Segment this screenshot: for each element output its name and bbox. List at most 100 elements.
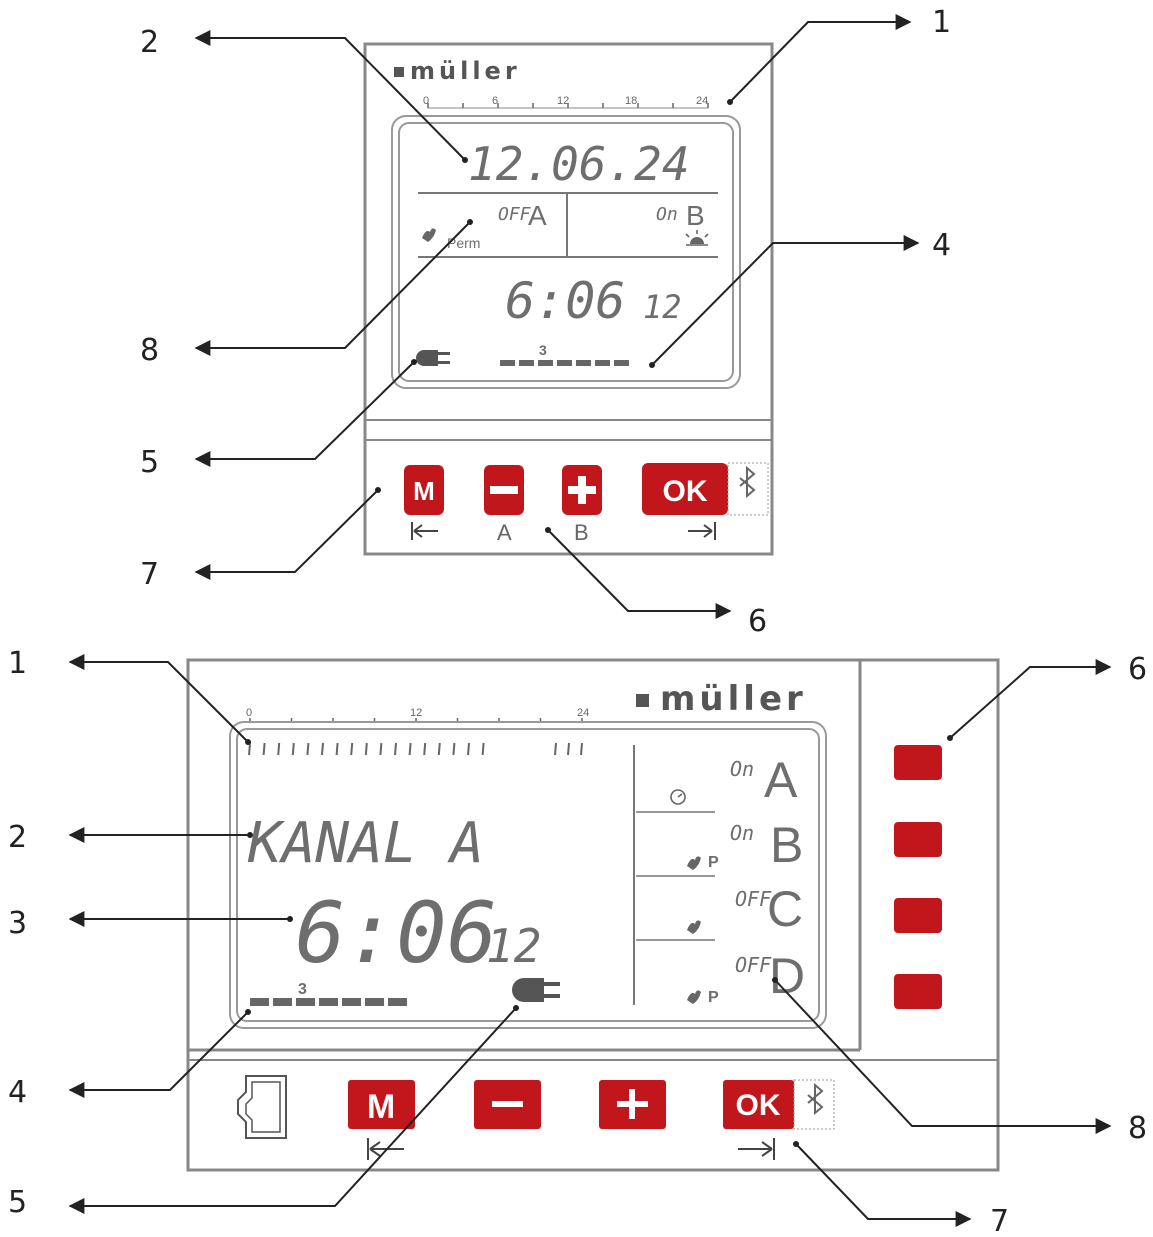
program-bar bbox=[423, 742, 427, 756]
callout-number: 2 bbox=[140, 25, 159, 60]
callout-number: 8 bbox=[140, 333, 159, 368]
scale-label: 18 bbox=[625, 95, 637, 107]
callout-number: 6 bbox=[1128, 652, 1147, 687]
date-display: 12.06.24 bbox=[468, 137, 690, 191]
ok-button[interactable]: OK bbox=[642, 463, 728, 515]
weekday-segment bbox=[500, 360, 515, 366]
minus-button[interactable] bbox=[484, 465, 524, 515]
program-bar bbox=[437, 742, 441, 756]
scale-label: 6 bbox=[492, 95, 498, 107]
weekday-bar bbox=[500, 360, 629, 366]
channel-b-state: On bbox=[656, 204, 678, 225]
seconds-display: 12 bbox=[486, 919, 541, 973]
callout-number: 7 bbox=[990, 1204, 1009, 1237]
channel-letter: D bbox=[769, 948, 805, 1004]
program-bar bbox=[321, 742, 324, 756]
callout-number: 1 bbox=[8, 646, 27, 681]
time-display: 6:06 bbox=[295, 884, 497, 982]
weekday-number: 3 bbox=[298, 981, 307, 998]
seconds-display: 12 bbox=[643, 288, 682, 326]
m-button[interactable]: M bbox=[404, 465, 444, 515]
channel-b-letter: B bbox=[686, 200, 705, 231]
program-bar bbox=[277, 742, 281, 756]
weekday-segment bbox=[296, 998, 315, 1006]
program-bar bbox=[350, 742, 354, 756]
callout-number: 7 bbox=[140, 557, 159, 592]
weekday-segment bbox=[538, 360, 553, 366]
channel-a-letter: A bbox=[528, 200, 547, 231]
program-bar bbox=[408, 742, 412, 756]
program-bar bbox=[554, 742, 557, 756]
brand-square bbox=[636, 694, 649, 707]
channel-letter: A bbox=[764, 752, 798, 808]
weekday-segment bbox=[250, 998, 269, 1006]
m-button-label: M bbox=[367, 1088, 395, 1126]
callout-number: 5 bbox=[140, 445, 159, 480]
program-bar bbox=[291, 742, 295, 756]
channel-state: On bbox=[730, 821, 754, 845]
callout-number: 5 bbox=[8, 1185, 27, 1220]
program-bar bbox=[379, 742, 383, 756]
brand-logo: müller bbox=[410, 57, 521, 85]
minus-button[interactable] bbox=[474, 1080, 541, 1129]
weekday-segment bbox=[519, 360, 534, 366]
program-bar bbox=[567, 742, 570, 756]
device-2: müller 0 12 24 KANAL A 6:06 12 3 On A On… bbox=[186, 658, 1000, 1172]
callout-number: 4 bbox=[8, 1075, 27, 1110]
channel-state: OFF bbox=[735, 953, 772, 977]
channel-a-button[interactable] bbox=[894, 745, 942, 780]
program-bar bbox=[467, 742, 470, 756]
callout-number: 3 bbox=[8, 906, 27, 941]
channel-a-state: OFF bbox=[498, 204, 532, 225]
channel-extra: P bbox=[708, 989, 719, 1006]
callout-number: 4 bbox=[932, 228, 951, 263]
brand-square bbox=[394, 67, 404, 77]
plus-button[interactable] bbox=[562, 465, 602, 515]
weekday-segment bbox=[273, 998, 292, 1006]
program-bar bbox=[248, 742, 251, 756]
program-bar bbox=[364, 742, 368, 756]
channel-state: On bbox=[730, 757, 754, 781]
callout-number: 8 bbox=[1128, 1111, 1147, 1146]
perm-label: Perm bbox=[447, 235, 480, 251]
channel-b-button[interactable] bbox=[894, 822, 942, 857]
channel-text-display: KANAL A bbox=[247, 811, 484, 876]
ok-button-label: OK bbox=[663, 475, 708, 508]
program-bar bbox=[262, 742, 266, 756]
minus-sub-label: A bbox=[497, 520, 512, 545]
weekday-segment bbox=[576, 360, 591, 366]
channel-extra: P bbox=[708, 854, 719, 871]
program-bar bbox=[394, 742, 397, 756]
program-bar bbox=[580, 742, 583, 756]
scale-label: 24 bbox=[696, 95, 708, 107]
channel-letter: B bbox=[770, 817, 803, 873]
time-display: 6:06 bbox=[505, 272, 625, 330]
ok-button[interactable]: OK bbox=[723, 1080, 794, 1129]
m-button[interactable]: M bbox=[348, 1080, 415, 1129]
program-bar bbox=[306, 742, 310, 756]
weekday-number: 3 bbox=[539, 342, 547, 358]
diagram-canvas: müller 0 6 12 18 24 12.06.24 OFF A On B … bbox=[8, 5, 1147, 1237]
callout-number: 6 bbox=[748, 604, 767, 639]
scale-label: 12 bbox=[410, 707, 422, 719]
plus-button[interactable] bbox=[599, 1080, 666, 1129]
brand-logo: müller bbox=[660, 679, 807, 719]
channel-letter: C bbox=[767, 881, 803, 937]
weekday-segment bbox=[365, 998, 384, 1006]
weekday-segment bbox=[342, 998, 361, 1006]
scale-label: 0 bbox=[246, 707, 252, 719]
weekday-segment bbox=[388, 998, 407, 1006]
channel-d-button[interactable] bbox=[894, 974, 942, 1009]
program-bar bbox=[335, 742, 339, 756]
program-bar bbox=[452, 742, 456, 756]
callout-number: 2 bbox=[8, 820, 27, 855]
weekday-segment bbox=[557, 360, 572, 366]
program-bar bbox=[481, 742, 485, 756]
plus-sub-label: B bbox=[574, 520, 589, 545]
ok-button-label: OK bbox=[736, 1089, 781, 1122]
weekday-bar bbox=[250, 998, 407, 1006]
scale-label: 24 bbox=[577, 707, 589, 719]
callout-number: 1 bbox=[932, 5, 951, 40]
channel-c-button[interactable] bbox=[894, 898, 942, 933]
weekday-segment bbox=[595, 360, 610, 366]
